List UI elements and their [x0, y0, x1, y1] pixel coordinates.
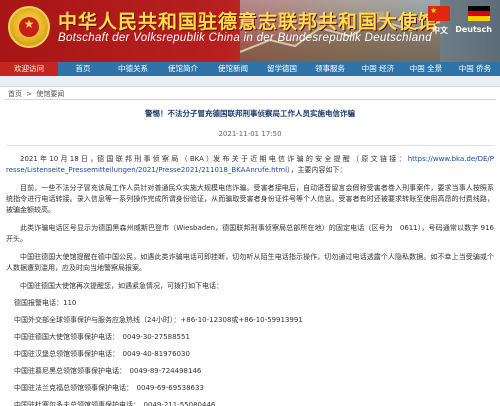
- header-banner: ★ 中华人民共和国驻德意志联邦共和国大使馆 Botschaft der Volk…: [0, 0, 500, 62]
- contact-line: 中国驻杜塞尔多夫总领馆领事保护电话： 0049-211-55080446: [14, 401, 216, 406]
- contact-line: 中国驻法兰克福总领馆领事保护电话： 0049-69-69538633: [14, 384, 204, 392]
- divider: [4, 99, 496, 100]
- article-paragraph-3: 此类诈骗电话区号显示为德国黑森州威斯巴登市（Wiesbaden，德国联邦刑事侦察…: [6, 224, 494, 243]
- article-paragraph-2: 目前，一些不法分子冒充该局工作人员针对普通民众实施大规模电信诈骗。受害者接电后，…: [6, 184, 494, 214]
- article-paragraph-1: 2021 年 10 月 18 日 ，德 国 联 邦 刑 事 侦 察 局 （ BK…: [6, 154, 494, 176]
- article-paragraph-4: 中国驻德国大使馆提醒在德中国公民，如遇此类诈骗电话可即挂断，切勿听从陌生电话指示…: [6, 253, 494, 272]
- nav-china-panorama[interactable]: 中国 全景: [402, 62, 450, 76]
- nav-embassy-news[interactable]: 使馆新闻: [208, 62, 258, 76]
- site-title-chinese[interactable]: 中华人民共和国驻德意志联邦共和国大使馆: [58, 7, 438, 34]
- main-nav: 欢迎访问 首页 中德关系 使馆简介 使馆新闻 留学德国 领事服务 中国 经济 中…: [0, 62, 500, 76]
- nav-embassy-intro[interactable]: 使馆简介: [158, 62, 208, 76]
- contact-line: 德国报警电话：110: [14, 299, 77, 307]
- contact-line: 中国驻汉堡总领馆领事保护电话： 0049-40-81976030: [14, 350, 190, 358]
- divider: [6, 145, 494, 146]
- article-title: 警惕！不法分子冒充德国联邦刑事侦察局工作人员实施电信诈骗: [145, 109, 355, 118]
- contact-line: 中国外交部全球领事保护与服务应急热线（24小时）：+86-10-12308或+8…: [14, 316, 303, 324]
- germany-flag-icon[interactable]: [468, 6, 490, 21]
- article-date: 2021-11-01 17:50: [218, 130, 282, 138]
- nav-sino-german-relations[interactable]: 中德关系: [108, 62, 158, 76]
- nav-study-germany[interactable]: 留学德国: [258, 62, 306, 76]
- nav-home[interactable]: 首页: [58, 62, 108, 76]
- language-chinese-link[interactable]: 中文: [432, 25, 448, 36]
- language-german-link[interactable]: Deutsch: [455, 25, 492, 34]
- article: 警惕！不法分子冒充德国联邦刑事侦察局工作人员实施电信诈骗 2021-11-01 …: [6, 104, 494, 406]
- breadcrumb-current[interactable]: 使馆要闻: [36, 90, 64, 98]
- breadcrumb-separator: >: [26, 90, 33, 98]
- contact-line: 中国驻慕尼黑总领馆领事保护电话： 0049-89-724498146: [14, 367, 202, 375]
- article-paragraph-5: 中国驻德国大使馆再次提醒您，如遇紧急情况，可拨打如下电话：: [20, 282, 223, 290]
- nav-consular-services[interactable]: 领事服务: [306, 62, 354, 76]
- nav-welcome: 欢迎访问: [0, 62, 58, 76]
- contact-line: 中国驻德国大使馆领事保护电话： 0049-30-27588551: [14, 333, 190, 341]
- paragraph-text: 2021 年 10 月 18 日 ，德 国 联 邦 刑 事 侦 察 局 （ BK…: [20, 155, 406, 163]
- nav-overseas-chinese[interactable]: 中国 侨务: [450, 62, 500, 76]
- breadcrumb-home-link[interactable]: 首页: [8, 90, 22, 98]
- china-flag-icon[interactable]: ★: [428, 6, 450, 21]
- nav-china-economy[interactable]: 中国 经济: [354, 62, 402, 76]
- national-emblem-icon[interactable]: ★: [8, 6, 50, 48]
- site-title-german[interactable]: Botschaft der Volksrepublik China in der…: [58, 32, 432, 44]
- sub-nav-bar: [0, 76, 500, 87]
- breadcrumb: 首页 > 使馆要闻: [8, 89, 66, 99]
- paragraph-text: ），主要内容如下：: [287, 166, 347, 174]
